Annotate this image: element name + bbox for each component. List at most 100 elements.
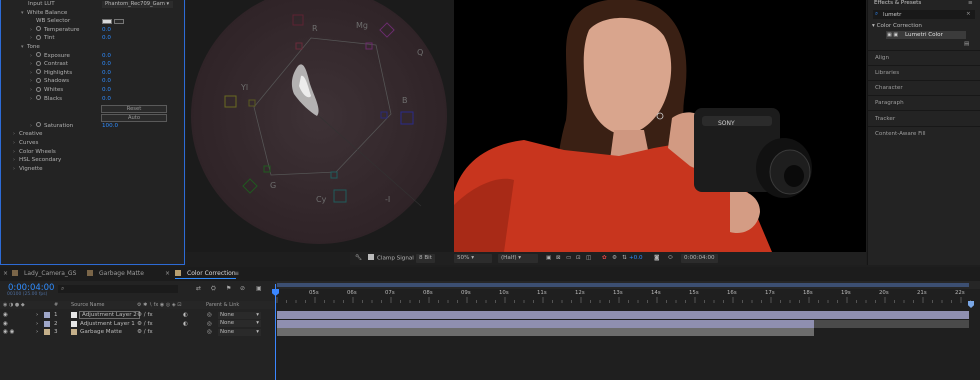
layer-switches-icon[interactable]: ⚙ ∕ fx [137, 328, 153, 336]
pickwhip-icon[interactable]: ◎ [207, 320, 212, 328]
section-hsl-secondary[interactable]: › HSL Secondary [13, 156, 61, 165]
layer-row-3[interactable]: ◉ ◉ › 3 Garbage Matte ⚙ ∕ fx ◎ None ▾ [0, 328, 275, 336]
viewer-timecode[interactable]: 0:00:04:00 [681, 254, 718, 263]
panel-menu-icon[interactable]: ≡ [968, 0, 973, 6]
clamp-signal-toggle[interactable]: Clamp Signal [368, 254, 414, 263]
region-of-interest-icon[interactable]: ▣ [546, 254, 551, 263]
stopwatch-icon[interactable] [36, 34, 41, 40]
stopwatch-icon[interactable] [36, 60, 41, 66]
layer-label-color[interactable] [44, 329, 50, 335]
shadows-value[interactable]: 0.0 [102, 77, 111, 86]
pickwhip-icon[interactable]: ◎ [207, 311, 212, 319]
tab-color-correction[interactable]: Color Correction [175, 269, 236, 279]
work-area-range[interactable] [277, 283, 969, 287]
tab-lady-camera-gs[interactable]: Lady_Camera_GS [12, 269, 76, 279]
close-icon[interactable]: × [165, 269, 170, 279]
layer-row-1[interactable]: ◉ › 1 Adjustment Layer 2 ⚙ ∕ fx ◐ ◎ None… [0, 311, 275, 319]
camera-icon[interactable]: ◙ [654, 254, 659, 263]
layer-label-color[interactable] [44, 312, 50, 318]
work-area-end-icon[interactable] [968, 301, 974, 308]
color-channels-icon[interactable]: ✿ [602, 254, 607, 263]
tab-garbage-matte[interactable]: Garbage Matte [87, 269, 144, 279]
panel-tracker[interactable]: Tracker [875, 116, 895, 122]
snapshot-icon[interactable]: ⊡ [576, 254, 581, 263]
stopwatch-icon[interactable] [36, 122, 41, 128]
exposure-value[interactable]: 0.0 [102, 52, 111, 61]
visibility-eye-icon[interactable]: ◉ [3, 311, 8, 319]
layer-bar-2[interactable] [277, 319, 814, 328]
chevron-right-icon[interactable]: › [36, 328, 38, 336]
panel-libraries[interactable]: Libraries [875, 70, 899, 76]
layer-row-2[interactable]: ◉ › 2 Adjustment Layer 1 ⚙ ∕ fx ◐ ◎ None… [0, 320, 275, 328]
whites-value[interactable]: 0.0 [102, 86, 111, 95]
reset-button[interactable]: Reset [101, 105, 167, 113]
layer-bar-3[interactable] [277, 328, 814, 336]
stopwatch-icon[interactable] [36, 26, 41, 32]
section-creative[interactable]: › Creative [13, 130, 42, 139]
magnifier-icon[interactable]: 🔧︎ [355, 254, 362, 263]
stopwatch-icon[interactable] [36, 52, 41, 58]
input-lut-dropdown[interactable]: Phantom_Rec709_Gam ▾ [102, 1, 173, 8]
section-vignette[interactable]: › Vignette [13, 165, 43, 174]
chevron-right-icon[interactable]: › [36, 311, 38, 319]
contrast-value[interactable]: 0.0 [102, 60, 111, 69]
visibility-eye-icon[interactable]: ◉ [3, 320, 8, 328]
temperature-value[interactable]: 0.0 [102, 26, 111, 35]
visibility-eye-icon[interactable]: ◉ ◉ [3, 328, 15, 336]
resolution-dropdown[interactable]: (Half) ▾ [498, 254, 538, 263]
parent-dropdown[interactable]: None ▾ [218, 320, 261, 327]
composition-viewer[interactable]: SONY [454, 0, 866, 252]
exposure-value[interactable]: +0.0 [629, 254, 643, 263]
comp-flowchart-icon[interactable]: ⇄ [196, 285, 201, 292]
pickwhip-icon[interactable]: ◎ [207, 328, 212, 336]
tone-toggle[interactable]: ▾ Tone [21, 43, 40, 52]
category-color-correction[interactable]: ▾ Color Correction [872, 23, 922, 29]
fast-preview-icon[interactable]: ⚙ [612, 254, 617, 263]
wb-color-swatch[interactable] [102, 19, 112, 24]
eyedropper-icon[interactable] [114, 19, 124, 24]
effect-item-lumetri[interactable]: ▣ ▣ Lumetri Color [886, 31, 966, 39]
white-balance-toggle[interactable]: ▾ White Balance [21, 9, 67, 18]
panel-align[interactable]: Align [875, 55, 889, 61]
parent-dropdown[interactable]: None ▾ [218, 328, 261, 336]
panel-character[interactable]: Character [875, 85, 903, 91]
tab-menu-icon[interactable]: ≡ [234, 269, 239, 279]
adjustment-switch-icon[interactable]: ◐ [183, 320, 188, 328]
timeline-search-input[interactable]: ⌕ [58, 285, 178, 293]
panel-content-aware-fill[interactable]: Content-Aware Fill [875, 131, 926, 137]
graph-editor-icon[interactable]: ▣ [256, 285, 262, 292]
timeline-track-area[interactable]: 05s 06s 07s 08s 09s 10s 11s 12s 13s 14s 15s 16s 17s 1… [272, 281, 980, 380]
transparency-grid-icon[interactable]: ⊠ [556, 254, 561, 263]
layer-switches-icon[interactable]: ⚙ ∕ fx [137, 320, 153, 328]
motion-blur-icon[interactable]: ⚑ [226, 285, 231, 292]
guides-icon[interactable]: ◫ [586, 254, 591, 263]
chevron-right-icon[interactable]: › [36, 320, 38, 328]
layer-name[interactable]: Adjustment Layer 2 [79, 311, 140, 319]
section-curves[interactable]: › Curves [13, 139, 38, 148]
search-box[interactable]: ⌕ lumetr × [873, 10, 975, 19]
stopwatch-icon[interactable] [36, 86, 41, 92]
new-folder-icon[interactable]: ▤ [964, 41, 969, 47]
layer-name[interactable]: Garbage Matte [80, 328, 122, 336]
playhead-line[interactable] [275, 284, 277, 380]
section-color-wheels[interactable]: › Color Wheels [13, 148, 56, 157]
blacks-value[interactable]: 0.0 [102, 95, 111, 104]
work-area-bar[interactable] [275, 281, 980, 289]
layer-name[interactable]: Adjustment Layer 1 [80, 320, 135, 328]
stopwatch-icon[interactable] [36, 69, 41, 75]
auto-button[interactable]: Auto [101, 113, 167, 122]
show-snapshot-icon[interactable]: ⬭ [668, 254, 673, 263]
highlights-value[interactable]: 0.0 [102, 69, 111, 78]
parent-dropdown[interactable]: None ▾ [218, 311, 261, 319]
panel-paragraph[interactable]: Paragraph [875, 100, 904, 106]
bit-depth-dropdown[interactable]: 8 Bit [416, 254, 435, 263]
tint-value[interactable]: 0.0 [102, 34, 111, 43]
saturation-value[interactable]: 100.0 [102, 122, 118, 131]
layer-bar-1[interactable] [277, 311, 969, 319]
clear-search-icon[interactable]: × [966, 11, 971, 17]
exposure-reset-icon[interactable]: ⇅ [622, 254, 627, 263]
frame-blending-icon[interactable]: ⊘ [240, 285, 245, 292]
stopwatch-icon[interactable] [36, 95, 41, 101]
close-icon[interactable]: × [3, 269, 8, 279]
layer-switches-icon[interactable]: ⚙ ∕ fx [137, 311, 153, 319]
